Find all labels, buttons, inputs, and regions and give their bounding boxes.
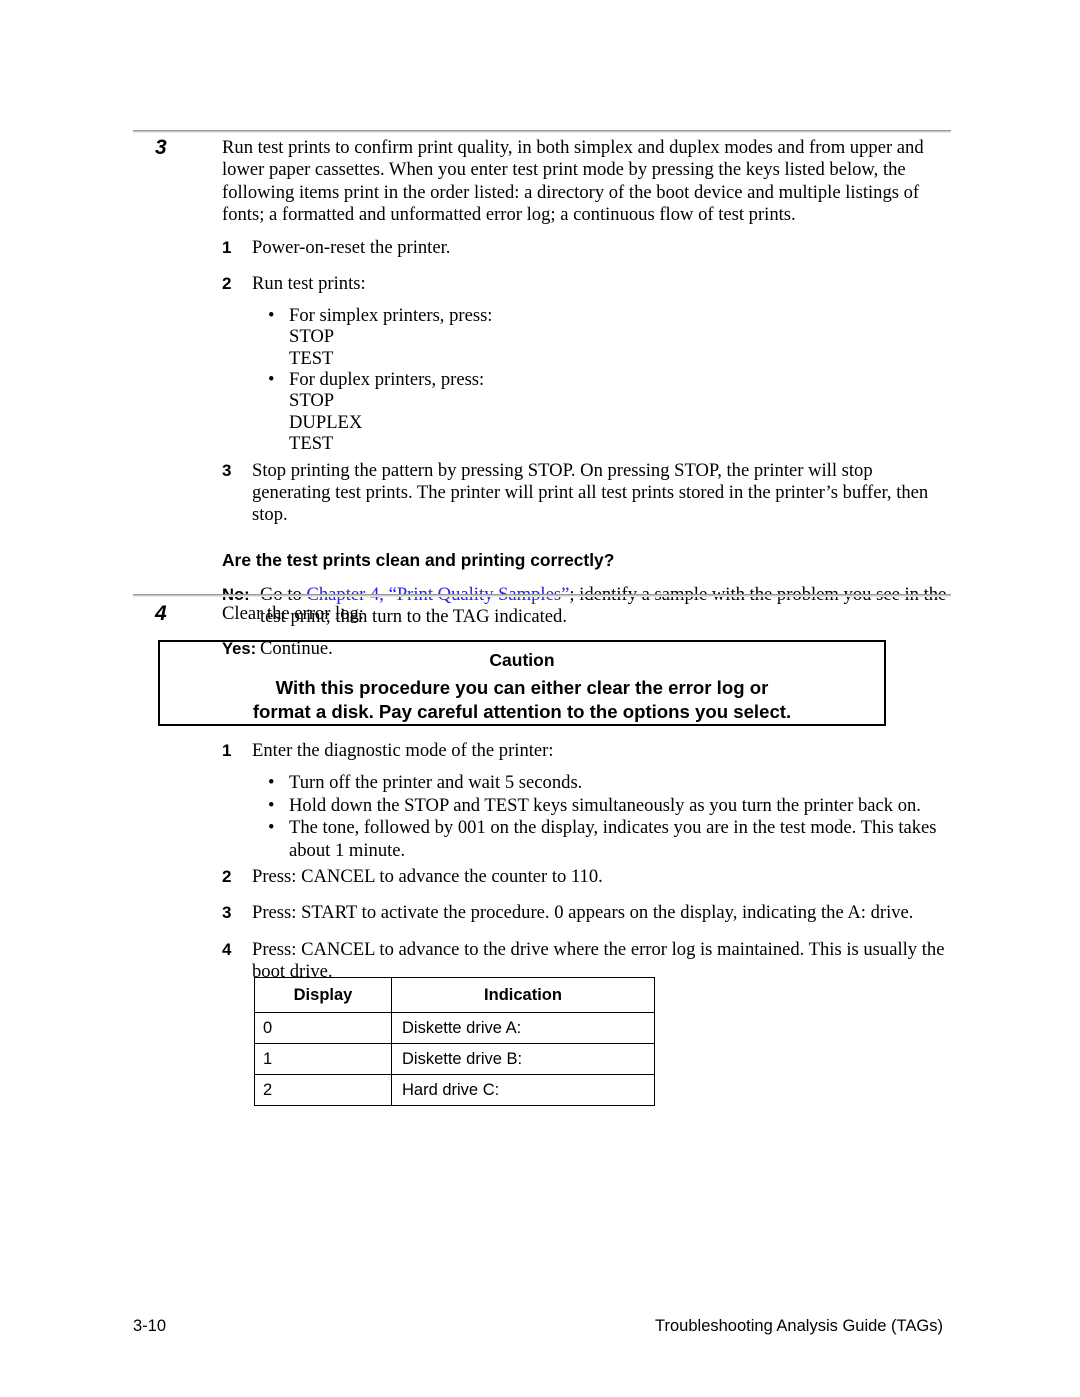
list-item: • For simplex printers, press: STOP TEST bbox=[265, 305, 951, 369]
footer-guide-title: Troubleshooting Analysis Guide (TAGs) bbox=[655, 1317, 943, 1335]
decision-question: Are the test prints clean and printing c… bbox=[222, 549, 615, 570]
step-4-substep-1: 1 Enter the diagnostic mode of the print… bbox=[222, 740, 951, 762]
caution-message-line-2: format a disk. Pay careful attention to … bbox=[252, 701, 792, 722]
step-4-number: 4 bbox=[155, 602, 167, 625]
caution-box: Caution With this procedure you can eith… bbox=[158, 640, 886, 726]
step-4-body: Clear the error log: bbox=[222, 603, 951, 625]
bullet-icon: • bbox=[268, 794, 275, 816]
step-4-substep-1-text: Enter the diagnostic mode of the printer… bbox=[252, 740, 554, 761]
bullet-icon: • bbox=[268, 817, 275, 839]
bullet-lead-text: For simplex printers, press: bbox=[289, 304, 493, 326]
step-3-body: Run test prints to confirm print quality… bbox=[222, 137, 951, 660]
step-3-substep-2: 2 Run test prints: bbox=[222, 273, 951, 295]
key-name: TEST bbox=[289, 433, 334, 455]
drive-indication-table: Display Indication 0 Diskette drive A: 1… bbox=[254, 977, 655, 1106]
table-header-row: Display Indication bbox=[254, 977, 655, 1013]
step-4-substep-3-text: Press: START to activate the procedure. … bbox=[252, 902, 914, 924]
step-4-substeps-block: 1 Enter the diagnostic mode of the print… bbox=[133, 740, 951, 983]
cell-indication-value: Hard drive C: bbox=[391, 1074, 655, 1106]
table-row: 2 Hard drive C: bbox=[254, 1074, 655, 1106]
table-row: 0 Diskette drive A: bbox=[254, 1012, 655, 1044]
step-4-diagnostic-bullet-list: • Turn off the printer and wait 5 second… bbox=[222, 772, 951, 862]
step-3-substep-3: 3 Stop printing the pattern by pressing … bbox=[222, 460, 951, 527]
caution-message-line-1: With this procedure you can either clear… bbox=[275, 677, 769, 698]
bullet-text: Hold down the STOP and TEST keys simulta… bbox=[289, 794, 921, 816]
step-4-intro-paragraph: Clear the error log: bbox=[222, 603, 364, 624]
key-name: DUPLEX bbox=[289, 411, 363, 433]
bullet-text: Turn off the printer and wait 5 seconds. bbox=[289, 772, 583, 794]
list-item: • The tone, followed by 001 on the displ… bbox=[265, 817, 951, 862]
document-page: 3 Run test prints to confirm print quali… bbox=[0, 0, 1080, 1397]
step-4-substep-1-number: 1 bbox=[222, 741, 232, 760]
step-3-substep-2-text: Run test prints: bbox=[252, 273, 366, 295]
column-header-indication: Indication bbox=[391, 977, 655, 1013]
footer-page-number: 3-10 bbox=[133, 1317, 167, 1335]
step-3-substep-1-number: 1 bbox=[222, 238, 232, 258]
step-4-substeps-body: 1 Enter the diagnostic mode of the print… bbox=[222, 740, 951, 983]
step-3-key-bullet-list: • For simplex printers, press: STOP TEST… bbox=[222, 305, 951, 455]
section-divider-top bbox=[133, 130, 951, 133]
table-row: 1 Diskette drive B: bbox=[254, 1043, 655, 1075]
caution-title: Caution bbox=[489, 650, 555, 670]
step-3-intro-paragraph: Run test prints to confirm print quality… bbox=[222, 137, 924, 225]
cell-indication-value: Diskette drive A: bbox=[391, 1012, 655, 1044]
bullet-icon: • bbox=[268, 369, 275, 390]
key-name: TEST bbox=[289, 347, 334, 369]
step-3-substep-2-number: 2 bbox=[222, 274, 232, 294]
key-name: STOP bbox=[289, 390, 335, 412]
step-3-substep-1: 1 Power-on-reset the printer. bbox=[222, 237, 951, 259]
step-3-substep-3-number: 3 bbox=[222, 460, 232, 480]
key-name: STOP bbox=[289, 326, 335, 348]
column-header-display: Display bbox=[254, 977, 392, 1013]
step-3-block: 3 Run test prints to confirm print quali… bbox=[133, 137, 951, 660]
step-4-block: 4 Clear the error log: bbox=[133, 603, 951, 625]
section-divider-middle bbox=[133, 594, 951, 597]
bullet-icon: • bbox=[268, 304, 275, 326]
cell-indication-value: Diskette drive B: bbox=[391, 1043, 655, 1075]
step-4-substep-2-text: Press: CANCEL to advance the counter to … bbox=[252, 865, 603, 887]
step-3-substep-1-text: Power-on-reset the printer. bbox=[252, 237, 451, 259]
step-4-substep-2: 2 Press: CANCEL to advance the counter t… bbox=[222, 866, 951, 888]
bullet-icon: • bbox=[268, 772, 275, 794]
list-item: • Hold down the STOP and TEST keys simul… bbox=[265, 795, 951, 817]
bullet-text: The tone, followed by 001 on the display… bbox=[289, 817, 937, 861]
step-4-substep-2-number: 2 bbox=[222, 866, 232, 886]
bullet-lead-text: For duplex printers, press: bbox=[289, 369, 485, 390]
step-3-number: 3 bbox=[155, 136, 167, 159]
step-4-substep-3: 3 Press: START to activate the procedure… bbox=[222, 902, 951, 924]
step-4-substep-4-text: Press: CANCEL to advance to the drive wh… bbox=[252, 938, 945, 982]
list-item: • For duplex printers, press: STOP DUPLE… bbox=[265, 369, 951, 455]
list-item: • Turn off the printer and wait 5 second… bbox=[265, 772, 951, 794]
cell-display-value: 2 bbox=[254, 1074, 392, 1106]
step-3-substep-3-text: Stop printing the pattern by pressing ST… bbox=[252, 459, 929, 526]
cell-display-value: 0 bbox=[254, 1012, 392, 1044]
cell-display-value: 1 bbox=[254, 1043, 392, 1075]
step-4-substep-4-number: 4 bbox=[222, 939, 232, 959]
step-4-substep-3-number: 3 bbox=[222, 903, 232, 923]
